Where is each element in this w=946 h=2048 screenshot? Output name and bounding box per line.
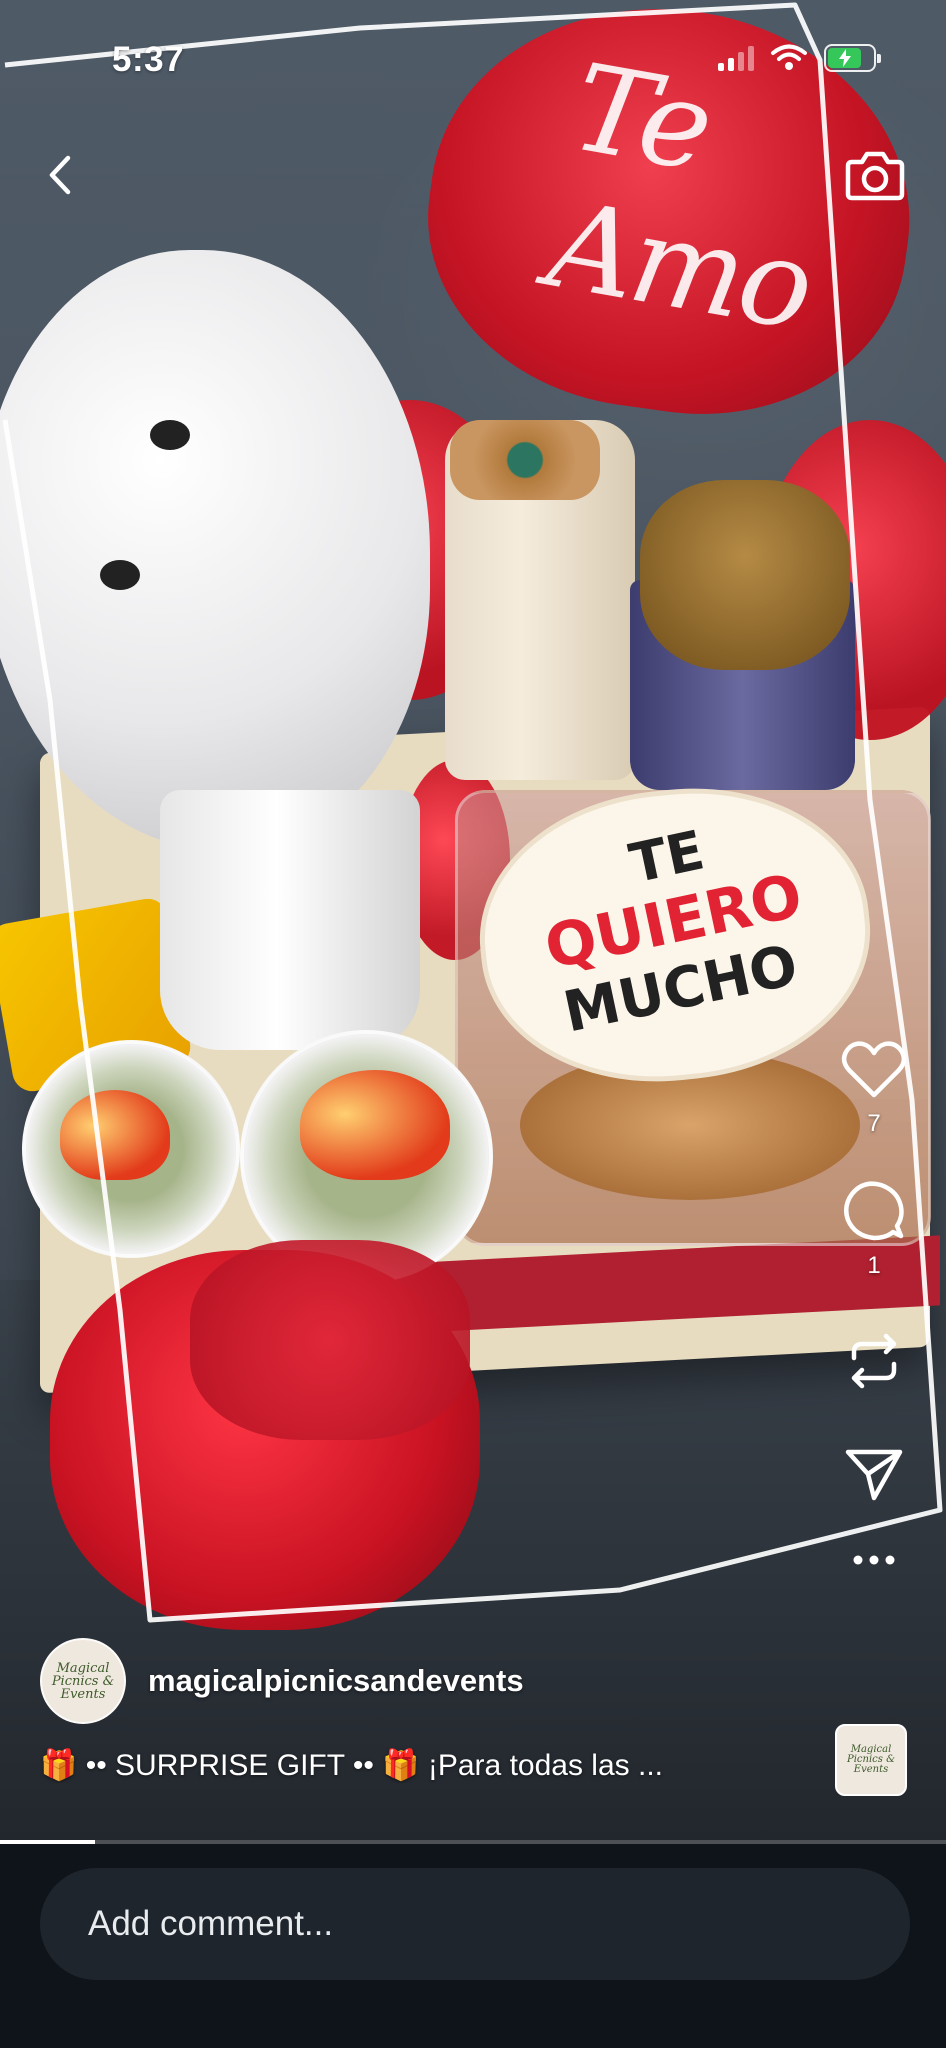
audio-thumbnail[interactable]: Magical Picnics & Events xyxy=(835,1724,907,1796)
camera-icon xyxy=(845,151,905,201)
status-icons xyxy=(718,44,881,72)
repost-icon xyxy=(851,1333,897,1389)
repost-button[interactable] xyxy=(844,1328,904,1394)
author-row[interactable]: Magical Picnics & Events magicalpicnicsa… xyxy=(40,1638,524,1724)
comment-count: 1 xyxy=(867,1252,881,1279)
status-bar: 5:37 xyxy=(0,0,946,130)
status-time: 5:37 xyxy=(112,40,185,79)
more-options-button[interactable] xyxy=(852,1554,896,1566)
reel-media[interactable]: Te Amo TE QUIERO MUCHO xyxy=(0,0,946,1840)
avatar[interactable]: Magical Picnics & Events xyxy=(40,1638,126,1724)
battery-fill xyxy=(828,48,861,68)
caption[interactable]: 🎁 •• SURPRISE GIFT •• 🎁 ¡Para todas las … xyxy=(40,1748,780,1783)
like-count: 7 xyxy=(867,1110,881,1137)
charging-bolt-icon xyxy=(838,49,851,67)
wifi-icon xyxy=(771,44,807,70)
share-button[interactable] xyxy=(844,1446,904,1502)
more-icon xyxy=(853,1555,895,1565)
action-rail: 7 1 xyxy=(834,1040,914,1566)
chevron-left-icon xyxy=(49,155,71,195)
like-button[interactable]: 7 xyxy=(841,1040,907,1138)
username[interactable]: magicalpicnicsandevents xyxy=(148,1663,524,1699)
comment-button[interactable]: 1 xyxy=(843,1180,905,1280)
drawn-outline xyxy=(2,2,943,1623)
cellular-signal-icon xyxy=(718,45,754,71)
send-icon xyxy=(845,1449,903,1501)
camera-button[interactable] xyxy=(840,140,910,210)
comment-bar: Add comment... xyxy=(0,1844,946,2048)
back-button[interactable] xyxy=(36,150,86,200)
heart-icon xyxy=(841,1041,907,1098)
battery-icon xyxy=(824,44,881,72)
comment-input[interactable]: Add comment... xyxy=(40,1868,910,1980)
comment-icon xyxy=(843,1181,904,1241)
